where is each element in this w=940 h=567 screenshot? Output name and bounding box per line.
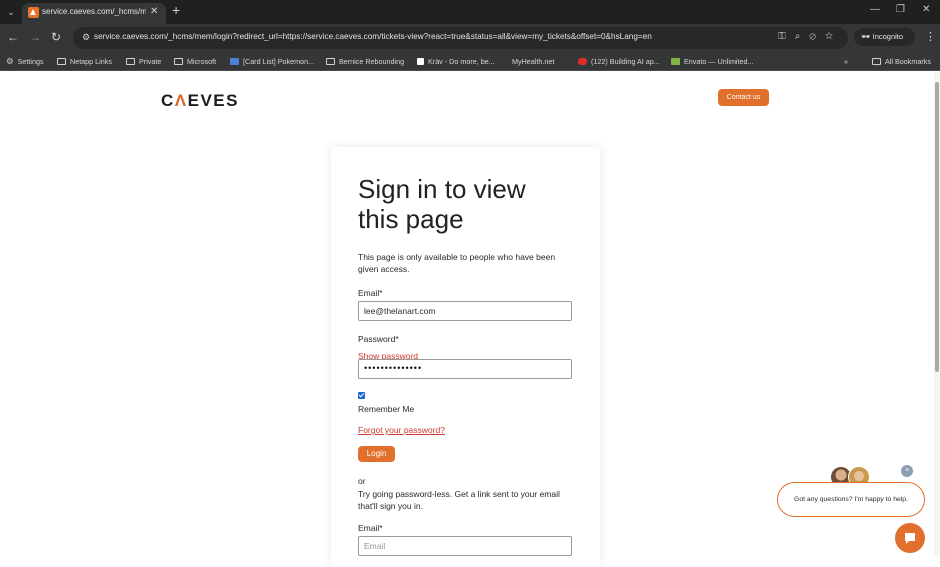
- bookmark-private[interactable]: Private: [126, 55, 161, 67]
- chat-greeting-bubble[interactable]: Got any questions? I'm happy to help.: [777, 482, 925, 517]
- reload-icon[interactable]: ↻: [51, 30, 61, 44]
- caeves-logo[interactable]: CΛEVES: [161, 91, 239, 111]
- bookmark-krav[interactable]: Kräv - Do more, be...: [417, 55, 495, 67]
- page-title: Sign in to view this page: [358, 174, 526, 234]
- remember-me-label: Remember Me: [358, 404, 415, 414]
- forward-icon[interactable]: →: [29, 30, 41, 44]
- folder-icon: [872, 57, 881, 65]
- contact-us-button[interactable]: Contact us: [718, 89, 769, 106]
- incognito-badge[interactable]: 🕶 Incognito: [854, 28, 915, 46]
- folder-icon: [174, 57, 183, 65]
- page-scrollbar[interactable]: [934, 72, 940, 556]
- omnibox-actions[interactable]: ⚿⌕⊘☆: [778, 31, 842, 42]
- browser-menu-icon[interactable]: ⋮: [925, 30, 936, 43]
- access-description: This page is only available to people wh…: [358, 252, 556, 274]
- passwordless-email-field[interactable]: Email: [358, 536, 572, 556]
- or-separator: or: [358, 476, 366, 486]
- site-info-icon[interactable]: ⚙: [82, 32, 90, 43]
- bookmarks-bar: ⚙ Settings Netapp Links Private Microsoft…: [0, 51, 940, 71]
- gear-icon: ⚙: [6, 55, 14, 66]
- tab-close-icon[interactable]: ✕: [150, 6, 158, 17]
- youtube-icon: [578, 57, 587, 65]
- chat-launcher-button[interactable]: [895, 523, 925, 553]
- incognito-icon: 🕶: [861, 32, 871, 41]
- bookmark-myhealth[interactable]: MyHealth.net: [512, 55, 554, 67]
- envato-icon: [671, 57, 680, 65]
- password-label: Password*: [358, 334, 399, 344]
- bookmark-microsoft[interactable]: Microsoft: [174, 55, 216, 67]
- window-close-icon[interactable]: ✕: [922, 4, 930, 15]
- forgot-password-link[interactable]: Forgot your password?: [358, 425, 445, 435]
- passwordless-description: Try going password-less. Get a link sent…: [358, 489, 560, 511]
- login-card: Sign in to view this page This page is o…: [331, 147, 600, 567]
- all-bookmarks[interactable]: All Bookmarks: [872, 55, 931, 67]
- password-field[interactable]: ••••••••••••••: [358, 359, 572, 379]
- minimize-icon[interactable]: —: [870, 4, 880, 15]
- chat-close-icon[interactable]: ×: [901, 465, 913, 477]
- new-tab-button[interactable]: +: [172, 2, 180, 18]
- url-text[interactable]: service.caeves.com/_hcms/mem/login?redir…: [94, 32, 652, 41]
- folder-icon: [326, 57, 335, 65]
- bookmark-settings[interactable]: ⚙ Settings: [6, 55, 44, 67]
- bookmark-pokemon[interactable]: [Card List] Pokemon...: [230, 55, 314, 67]
- chat-icon: [905, 533, 915, 544]
- bookmark-youtube[interactable]: (122) Building AI ap...: [578, 55, 660, 67]
- scrollbar-thumb[interactable]: [935, 82, 939, 372]
- active-tab[interactable]: service.caeves.com/_hcms/mem ✕: [22, 3, 166, 24]
- folder-icon: [126, 57, 135, 65]
- email-label: Email*: [358, 288, 383, 298]
- pokemon-favicon: [230, 57, 239, 65]
- email-field[interactable]: lee@thelanart.com: [358, 301, 572, 321]
- incognito-label: Incognito: [872, 32, 904, 41]
- folder-icon: [57, 57, 66, 65]
- bookmark-bernice[interactable]: Bernice Rebounding: [326, 55, 404, 67]
- krav-favicon: [417, 57, 424, 65]
- restore-icon[interactable]: ❐: [896, 4, 905, 15]
- remember-me-checkbox[interactable]: [358, 392, 365, 399]
- tab-strip: ⌄ service.caeves.com/_hcms/mem ✕ + — ❐ ✕: [0, 0, 940, 24]
- browser-toolbar: ← → ↻ ⚙ service.caeves.com/_hcms/mem/log…: [0, 24, 940, 51]
- bookmarks-overflow-icon[interactable]: »: [844, 55, 848, 67]
- tab-title: service.caeves.com/_hcms/mem: [42, 7, 146, 16]
- bookmark-envato[interactable]: Envato — Unlimited...: [671, 55, 754, 67]
- bookmark-netapp-links[interactable]: Netapp Links: [57, 55, 112, 67]
- login-button[interactable]: Login: [358, 446, 395, 462]
- tab-search-icon[interactable]: ⌄: [4, 4, 18, 20]
- back-icon[interactable]: ←: [7, 30, 19, 44]
- site-favicon: [28, 7, 39, 18]
- address-bar[interactable]: ⚙ service.caeves.com/_hcms/mem/login?red…: [73, 27, 848, 49]
- passwordless-email-label: Email*: [358, 523, 383, 533]
